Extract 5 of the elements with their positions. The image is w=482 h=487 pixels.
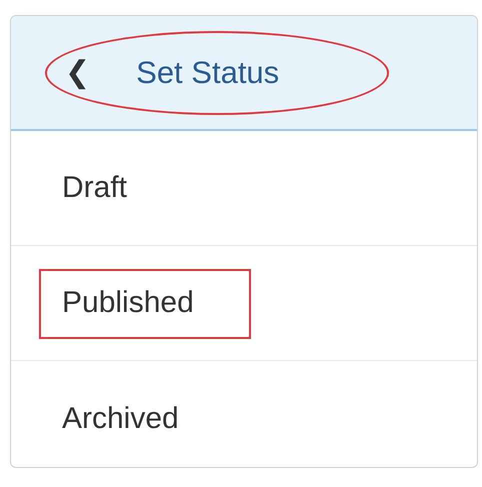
menu-title: Set Status (136, 54, 280, 90)
menu-item[interactable]: Draft (62, 171, 128, 205)
menu-item[interactable]: Archived (62, 402, 179, 436)
back-button[interactable]: ❮ (65, 58, 90, 88)
menu-item[interactable]: Published (62, 286, 194, 320)
